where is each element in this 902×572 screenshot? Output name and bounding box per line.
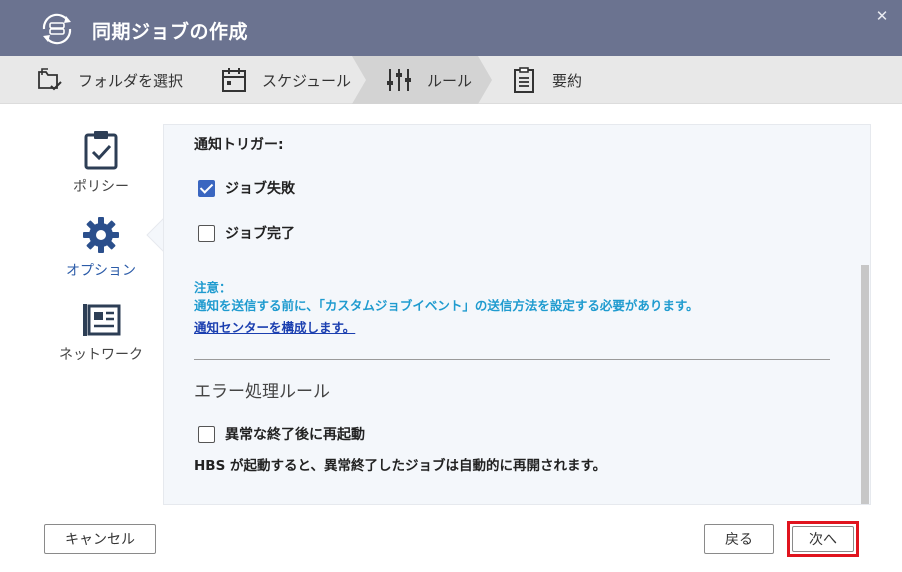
- note-text: 通知を送信する前に、「カスタムジョブイベント」の送信方法を設定する必要があります…: [194, 298, 699, 313]
- step-rules[interactable]: ルール: [385, 56, 472, 104]
- active-nav-pointer: [146, 218, 164, 252]
- wizard-steps: フォルダを選択 スケジュール ルール 要約: [0, 56, 902, 104]
- step-folder-select[interactable]: フォルダを選択: [36, 56, 183, 104]
- step-summary[interactable]: 要約: [510, 56, 582, 104]
- job-completed-checkbox-row[interactable]: ジョブ完了: [198, 223, 295, 243]
- sidebar-item-policy[interactable]: ポリシー: [40, 130, 162, 196]
- step-schedule[interactable]: スケジュール: [220, 56, 351, 104]
- scrollbar-track[interactable]: [860, 125, 870, 504]
- step-label: スケジュール: [262, 71, 351, 90]
- calendar-icon: [222, 68, 246, 92]
- sidebar-item-label: ネットワーク: [59, 347, 143, 363]
- sidebar-item-network[interactable]: ネットワーク: [40, 302, 162, 364]
- sliders-icon: [387, 69, 411, 91]
- network-card-icon: [83, 304, 121, 336]
- job-failed-label: ジョブ失敗: [225, 181, 295, 197]
- restart-after-abnormal-label: 異常な終了後に再起動: [225, 427, 365, 443]
- restart-after-abnormal-checkbox[interactable]: [198, 425, 215, 443]
- cancel-button[interactable]: キャンセル: [44, 524, 156, 554]
- folder-select-icon: [38, 68, 62, 91]
- section-divider: [194, 359, 830, 360]
- window-title: 同期ジョブの作成: [92, 21, 249, 43]
- clipboard-check-icon: [84, 131, 118, 170]
- note-title: 注意：: [194, 280, 232, 295]
- notification-center-link[interactable]: 通知センターを構成します。: [194, 317, 355, 336]
- summary-clipboard-icon: [514, 67, 534, 93]
- options-panel: 通知トリガー: ジョブ失敗 ジョブ完了 注意： 通知を送信する前に、「カスタムジ…: [163, 124, 871, 505]
- job-failed-checkbox-row[interactable]: ジョブ失敗: [198, 178, 295, 198]
- job-failed-checkbox[interactable]: [198, 179, 215, 197]
- error-handling-title: エラー処理ルール: [194, 382, 330, 402]
- job-completed-checkbox[interactable]: [198, 224, 215, 242]
- back-button[interactable]: 戻る: [704, 524, 774, 554]
- sidebar-item-label: ポリシー: [73, 179, 129, 195]
- step-label: フォルダを選択: [78, 71, 184, 90]
- title-bar: 同期ジョブの作成 ✕: [0, 0, 902, 56]
- sync-app-logo-icon: [42, 13, 72, 45]
- notification-trigger-label: 通知トリガー:: [194, 137, 284, 153]
- restart-description: HBS が起動すると、異常終了したジョブは自動的に再開されます。: [194, 458, 607, 474]
- scrollbar-thumb[interactable]: [861, 265, 869, 504]
- close-icon[interactable]: ✕: [874, 8, 890, 24]
- gear-icon: [83, 217, 119, 253]
- job-completed-label: ジョブ完了: [225, 226, 295, 242]
- step-label: ルール: [427, 71, 473, 90]
- sidebar-item-options[interactable]: オプション: [40, 216, 162, 280]
- next-button[interactable]: 次へ: [792, 526, 854, 552]
- restart-checkbox-row[interactable]: 異常な終了後に再起動: [198, 424, 365, 444]
- step-label: 要約: [552, 71, 583, 90]
- sidebar-item-label: オプション: [66, 263, 136, 279]
